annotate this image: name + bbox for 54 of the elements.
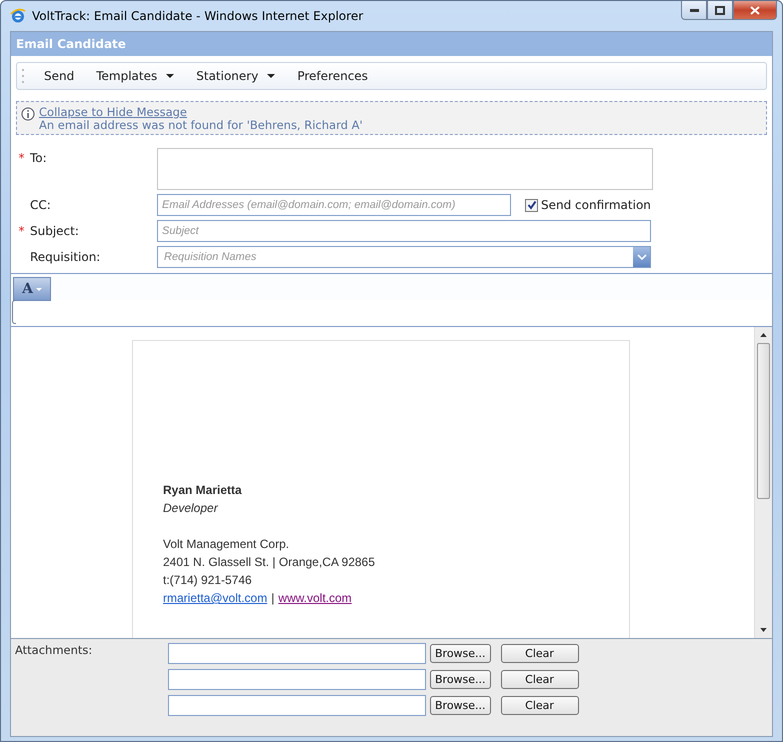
clear-button[interactable]: Clear	[500, 670, 579, 689]
separator: |	[271, 591, 274, 605]
signature-line: t:(714) 921-5746	[163, 572, 253, 589]
required-mark: *	[18, 151, 26, 165]
notice-message: An email address was not found for 'Behrens, Richard A'	[39, 119, 363, 132]
clear-button[interactable]: Clear	[500, 696, 579, 715]
email-link[interactable]: rmarietta@volt.com	[163, 591, 268, 605]
signature-line: 2401 N. Glassell St. | Orange,CA 92865	[163, 554, 376, 571]
signature-name: Ryan Marietta	[163, 482, 243, 499]
clear-button[interactable]: Clear	[500, 644, 579, 663]
required-mark: *	[18, 224, 26, 238]
checkbox[interactable]	[525, 198, 538, 212]
toolbar-button[interactable]: Templates	[87, 67, 184, 85]
chevron-down-icon	[636, 254, 646, 260]
field-label: To:	[30, 151, 47, 165]
signature-title: Developer	[163, 500, 220, 517]
attachments-label: Attachments:	[15, 643, 94, 659]
field-label: Requisition:	[30, 250, 100, 264]
scrollbar[interactable]	[754, 327, 772, 638]
close-icon	[750, 6, 760, 14]
browser-logo-icon	[10, 8, 26, 24]
file-path-field[interactable]	[168, 643, 426, 664]
file-path-field[interactable]	[168, 669, 426, 690]
info-icon	[21, 107, 35, 121]
browse-button[interactable]: Browse...	[430, 644, 491, 663]
collapse-link[interactable]: Collapse to Hide Message	[39, 106, 188, 119]
panel-title: Email Candidate	[16, 37, 126, 51]
input-field[interactable]	[157, 148, 653, 190]
file-path-field[interactable]	[168, 695, 426, 716]
checkbox-label: Send confirmation	[541, 198, 651, 212]
browse-button[interactable]: Browse...	[430, 670, 491, 689]
minimize-icon	[690, 8, 698, 12]
maximize-button[interactable]	[707, 1, 733, 20]
scroll-up-icon[interactable]	[760, 333, 767, 337]
field-label: CC:	[30, 198, 51, 212]
caret-icon	[36, 288, 42, 290]
font-button[interactable]: A	[13, 277, 51, 301]
toolbar-button[interactable]: Stationery	[187, 67, 284, 85]
maximize-icon	[715, 6, 725, 14]
grip-icon	[22, 69, 25, 83]
toolbar-button[interactable]: Send	[35, 67, 84, 85]
minimize-button[interactable]	[681, 1, 707, 20]
scroll-down-icon[interactable]	[760, 628, 767, 632]
field-label: Subject:	[30, 224, 79, 238]
browse-button[interactable]: Browse...	[430, 696, 491, 715]
toolbar-handle	[12, 300, 16, 324]
close-button[interactable]	[733, 1, 777, 20]
signature-line: Volt Management Corp.	[163, 536, 290, 553]
input-field[interactable]: Email Addresses (email@domain.com; email@domain.com)	[157, 194, 511, 216]
website-link[interactable]: www.volt.com	[278, 591, 352, 605]
scroll-thumb[interactable]	[757, 343, 770, 499]
input-field[interactable]: Subject	[157, 220, 651, 242]
window-title: VoltTrack: Email Candidate - Windows Internet Explorer	[32, 9, 364, 23]
toolbar-button[interactable]: Preferences	[288, 67, 377, 85]
